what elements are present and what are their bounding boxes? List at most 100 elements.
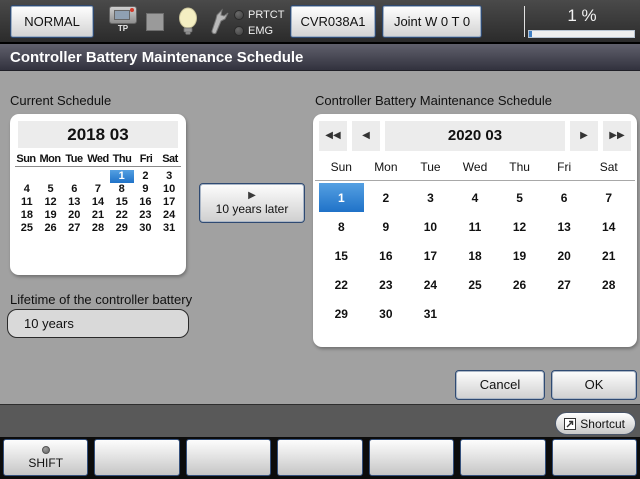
- calendar-day[interactable]: 23: [364, 270, 409, 299]
- prtct-label: PRTCT: [248, 9, 284, 21]
- teach-pendant-led-icon: [130, 8, 134, 12]
- calendar-day[interactable]: 28: [86, 222, 110, 235]
- maintenance-calendar-month-header: 2020 03: [385, 121, 565, 151]
- function-key-blank[interactable]: [186, 439, 271, 476]
- maintenance-calendar-day-grid: 1234567891011121314151617181920212223242…: [319, 183, 631, 328]
- calendar-day[interactable]: 6: [62, 183, 86, 196]
- calendar-day[interactable]: 26: [39, 222, 63, 235]
- calendar-day[interactable]: 25: [15, 222, 39, 235]
- calendar-day[interactable]: 30: [364, 299, 409, 328]
- calendar-day[interactable]: 30: [134, 222, 158, 235]
- calendar-day[interactable]: 12: [39, 196, 63, 209]
- calendar-day[interactable]: 19: [39, 209, 63, 222]
- next-month-button[interactable]: ▶: [570, 121, 598, 151]
- calendar-day[interactable]: 21: [86, 209, 110, 222]
- calendar-day[interactable]: 24: [408, 270, 453, 299]
- calendar-day[interactable]: 15: [319, 241, 364, 270]
- calendar-day[interactable]: 29: [110, 222, 134, 235]
- mode-button[interactable]: NORMAL: [10, 5, 94, 38]
- weekday-label: Fri: [542, 155, 587, 180]
- calendar-divider: [315, 180, 635, 181]
- calendar-day-selected[interactable]: 1: [110, 170, 134, 183]
- calendar-day[interactable]: 2: [134, 170, 158, 183]
- function-key-blank[interactable]: [460, 439, 545, 476]
- calendar-day[interactable]: 18: [15, 209, 39, 222]
- calendar-day[interactable]: 5: [497, 183, 542, 212]
- function-key-shift[interactable]: SHIFT: [3, 439, 88, 476]
- calendar-day[interactable]: 24: [157, 209, 181, 222]
- shortcut-button[interactable]: Shortcut: [555, 412, 636, 435]
- calendar-day[interactable]: 23: [134, 209, 158, 222]
- function-key-blank[interactable]: [94, 439, 179, 476]
- calendar-day[interactable]: 11: [15, 196, 39, 209]
- calendar-day[interactable]: 11: [453, 212, 498, 241]
- calendar-day[interactable]: 18: [453, 241, 498, 270]
- toolbar-separator: [524, 6, 525, 37]
- ok-button[interactable]: OK: [551, 370, 637, 400]
- calendar-day[interactable]: 3: [157, 170, 181, 183]
- calendar-day[interactable]: 13: [62, 196, 86, 209]
- prev-month-button[interactable]: ◀: [352, 121, 380, 151]
- calendar-day[interactable]: 10: [408, 212, 453, 241]
- program-button[interactable]: CVR038A1: [290, 5, 376, 38]
- weekday-label: Sun: [14, 151, 38, 166]
- calendar-day[interactable]: 4: [15, 183, 39, 196]
- calendar-day[interactable]: 28: [586, 270, 631, 299]
- calendar-day[interactable]: 27: [62, 222, 86, 235]
- calendar-day[interactable]: 14: [86, 196, 110, 209]
- lifetime-value-field[interactable]: 10 years: [7, 309, 189, 338]
- calendar-day[interactable]: 7: [586, 183, 631, 212]
- calendar-day[interactable]: 8: [319, 212, 364, 241]
- calendar-day[interactable]: 15: [110, 196, 134, 209]
- calendar-day[interactable]: 27: [542, 270, 587, 299]
- calendar-day[interactable]: 7: [86, 183, 110, 196]
- calendar-day[interactable]: 13: [542, 212, 587, 241]
- calendar-day[interactable]: 3: [408, 183, 453, 212]
- calendar-day[interactable]: 31: [157, 222, 181, 235]
- calendar-day[interactable]: 9: [364, 212, 409, 241]
- function-key-blank[interactable]: [552, 439, 637, 476]
- calendar-day[interactable]: 16: [364, 241, 409, 270]
- launch-icon: [564, 418, 576, 430]
- speed-progress-bar: [528, 30, 635, 38]
- next-year-button[interactable]: ▶▶: [603, 121, 631, 151]
- prev-year-button[interactable]: ◀◀: [319, 121, 347, 151]
- calendar-day[interactable]: 25: [453, 270, 498, 299]
- calendar-day[interactable]: 29: [319, 299, 364, 328]
- current-schedule-calendar: 2018 03 SunMonTueWedThuFriSat 1234567891…: [10, 114, 186, 275]
- cancel-button[interactable]: Cancel: [455, 370, 545, 400]
- function-key-blank[interactable]: [277, 439, 362, 476]
- calendar-day[interactable]: 16: [134, 196, 158, 209]
- coordinate-mode-button[interactable]: Joint W 0 T 0: [382, 5, 482, 38]
- calendar-day[interactable]: 22: [319, 270, 364, 299]
- calendar-day[interactable]: 8: [110, 183, 134, 196]
- function-key-label: SHIFT: [28, 456, 63, 470]
- calendar-day[interactable]: 20: [62, 209, 86, 222]
- shift-led-icon: [42, 446, 50, 454]
- current-schedule-label: Current Schedule: [10, 93, 111, 108]
- calendar-day-selected[interactable]: 1: [319, 183, 364, 212]
- calendar-day[interactable]: 31: [408, 299, 453, 328]
- teach-pendant-screen-icon: [114, 10, 130, 20]
- calendar-day[interactable]: 6: [542, 183, 587, 212]
- calendar-empty-cell: [39, 170, 63, 183]
- calendar-day[interactable]: 10: [157, 183, 181, 196]
- calendar-day[interactable]: 14: [586, 212, 631, 241]
- wrench-icon: [207, 8, 229, 41]
- calendar-day[interactable]: 17: [408, 241, 453, 270]
- calendar-day[interactable]: 20: [542, 241, 587, 270]
- calendar-day[interactable]: 4: [453, 183, 498, 212]
- calendar-day[interactable]: 2: [364, 183, 409, 212]
- tp-label: TP: [105, 24, 141, 34]
- calendar-day[interactable]: 17: [157, 196, 181, 209]
- calendar-day[interactable]: 22: [110, 209, 134, 222]
- function-key-blank[interactable]: [369, 439, 454, 476]
- calendar-day[interactable]: 12: [497, 212, 542, 241]
- calendar-day[interactable]: 19: [497, 241, 542, 270]
- weekday-label: Mon: [364, 155, 409, 180]
- ten-years-later-button[interactable]: ▶ 10 years later: [199, 183, 305, 223]
- calendar-day[interactable]: 5: [39, 183, 63, 196]
- calendar-day[interactable]: 9: [134, 183, 158, 196]
- calendar-day[interactable]: 26: [497, 270, 542, 299]
- calendar-day[interactable]: 21: [586, 241, 631, 270]
